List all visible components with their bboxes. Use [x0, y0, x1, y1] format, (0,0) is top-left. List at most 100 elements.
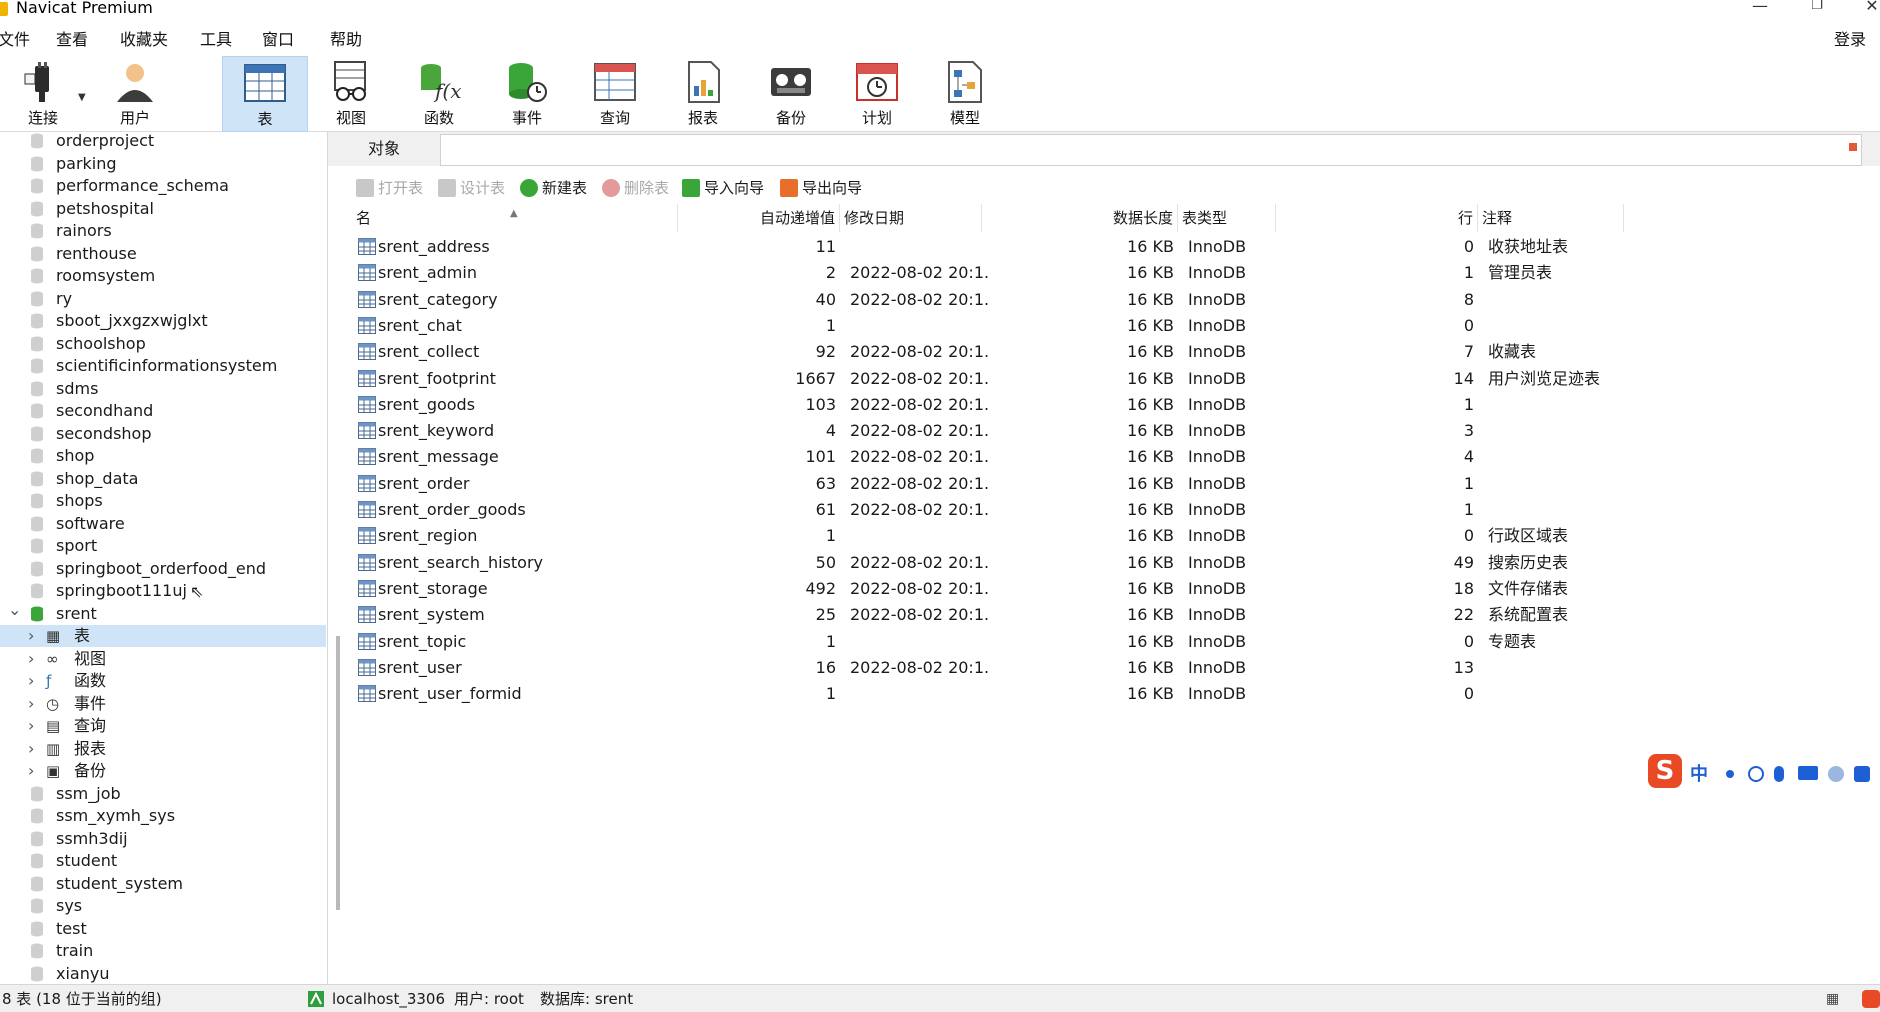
chevron-right-icon[interactable]: ›	[28, 648, 34, 670]
toolbar-table-button[interactable]: 表	[222, 56, 308, 132]
toolbar-function-button[interactable]: f(x) 函数	[396, 56, 482, 132]
table-row[interactable]: srent_admin 2 2022-08-02 20:1... 16 KB InnoD…	[352, 260, 1632, 286]
toolbar-query-button[interactable]: 查询	[572, 56, 658, 132]
tree-item-table[interactable]: › ▦ 表	[0, 625, 326, 647]
tree-item-backup[interactable]: › ▣ 备份	[0, 760, 326, 782]
database-item[interactable]: sys	[0, 895, 326, 917]
chevron-right-icon[interactable]: ›	[28, 693, 34, 715]
table-row[interactable]: srent_search_history 50 2022-08-02 20:1...…	[352, 550, 1632, 576]
column-header-rows[interactable]: 行	[1276, 204, 1478, 232]
minimize-button[interactable]: —	[1740, 0, 1780, 18]
toolbar-schedule-button[interactable]: 计划	[834, 56, 920, 132]
ime-logo[interactable]: S	[1648, 754, 1682, 788]
database-item[interactable]: xianyu	[0, 963, 326, 985]
table-row[interactable]: srent_order_goods 61 2022-08-02 20:1... 16 …	[352, 497, 1632, 523]
login-link[interactable]: 登录	[1834, 26, 1866, 50]
toolbar-backup-button[interactable]: 备份	[748, 56, 834, 132]
database-item[interactable]: sport	[0, 535, 326, 557]
column-header-engine[interactable]: 表类型	[1178, 204, 1276, 232]
grid-view-icon[interactable]: ▦	[1826, 985, 1839, 1012]
database-item[interactable]: shop_data	[0, 468, 326, 490]
table-row[interactable]: srent_goods 103 2022-08-02 20:1... 16 KB Inn…	[352, 392, 1632, 418]
database-item[interactable]: ssmh3dij	[0, 828, 326, 850]
toolbar-report-button[interactable]: 报表	[660, 56, 746, 132]
ime-tray-icon[interactable]	[1862, 990, 1880, 1008]
tree-item-view[interactable]: › ∞ 视图	[0, 648, 326, 670]
close-icon[interactable]	[1849, 143, 1857, 151]
table-row[interactable]: srent_footprint 1667 2022-08-02 20:1... 16 …	[352, 366, 1632, 392]
database-item[interactable]: schoolshop	[0, 333, 326, 355]
punctuation-icon[interactable]	[1726, 770, 1734, 778]
chevron-right-icon[interactable]: ›	[28, 738, 34, 760]
menu-tools[interactable]: 工具	[200, 26, 232, 50]
database-item[interactable]: roomsystem	[0, 265, 326, 287]
database-item[interactable]: springboot111uj	[0, 580, 326, 602]
toolbar-view-button[interactable]: 视图	[308, 56, 394, 132]
table-row[interactable]: srent_order 63 2022-08-02 20:1... 16 KB Inno…	[352, 471, 1632, 497]
column-header-auto-increment[interactable]: 自动递增值	[678, 204, 840, 232]
database-item[interactable]: student_system	[0, 873, 326, 895]
database-item[interactable]: performance_schema	[0, 175, 326, 197]
column-header-name[interactable]: 名 ▲	[352, 204, 678, 232]
database-item[interactable]: test	[0, 918, 326, 940]
menu-view[interactable]: 查看	[56, 26, 88, 50]
database-item[interactable]: ⌄ srent	[0, 600, 326, 625]
table-row[interactable]: srent_message 101 2022-08-02 20:1... 16 KB I…	[352, 444, 1632, 470]
database-item[interactable]: shop	[0, 445, 326, 467]
database-item[interactable]: rainors	[0, 220, 326, 242]
database-item[interactable]: orderproject	[0, 132, 326, 152]
skin-icon[interactable]	[1854, 766, 1870, 782]
menu-help[interactable]: 帮助	[330, 26, 362, 50]
database-item[interactable]: train	[0, 940, 326, 962]
keyboard-icon[interactable]	[1798, 766, 1818, 780]
database-item[interactable]: ry	[0, 288, 326, 310]
column-header-comment[interactable]: 注释	[1478, 204, 1624, 232]
database-item[interactable]: sdms	[0, 378, 326, 400]
navigator-scrollbar[interactable]	[336, 636, 340, 910]
tree-item-function[interactable]: › ƒ 函数	[0, 670, 326, 692]
database-item[interactable]: sboot_jxxgzxwjglxt	[0, 310, 326, 332]
emoji-icon[interactable]	[1748, 766, 1764, 782]
database-item[interactable]: springboot_orderfood_end	[0, 558, 326, 580]
close-button[interactable]: ✕	[1852, 0, 1880, 18]
table-row[interactable]: srent_system 25 2022-08-02 20:1... 16 KB Inn…	[352, 602, 1632, 628]
table-row[interactable]: srent_category 40 2022-08-02 20:1... 16 KB I…	[352, 287, 1632, 313]
chevron-down-icon[interactable]: ▼	[78, 92, 86, 103]
database-item[interactable]: shops	[0, 490, 326, 512]
microphone-icon[interactable]	[1774, 766, 1784, 782]
ime-mode[interactable]: 中	[1690, 760, 1708, 786]
table-row[interactable]: srent_keyword 4 2022-08-02 20:1... 16 KB Inn…	[352, 418, 1632, 444]
toolbar-event-button[interactable]: 事件	[484, 56, 570, 132]
tree-item-event[interactable]: › ◷ 事件	[0, 693, 326, 715]
menu-file[interactable]: 文件	[0, 26, 30, 50]
database-item[interactable]: secondshop	[0, 423, 326, 445]
database-item[interactable]: secondhand	[0, 400, 326, 422]
table-row[interactable]: srent_user 16 2022-08-02 20:1... 16 KB InnoD…	[352, 655, 1632, 681]
table-row[interactable]: srent_region 1 16 KB InnoDB 0 行政区域表	[352, 523, 1632, 549]
database-item[interactable]: renthouse	[0, 243, 326, 265]
database-item[interactable]: parking	[0, 153, 326, 175]
toolbar-user-button[interactable]: 用户	[92, 56, 178, 132]
toolbar-connect-button[interactable]: 连接 ▼	[0, 56, 86, 132]
database-item[interactable]: scientificinformationsystem	[0, 355, 326, 377]
chevron-right-icon[interactable]: ›	[28, 760, 34, 782]
database-item[interactable]: ssm_job	[0, 783, 326, 805]
table-row[interactable]: srent_user_formid 1 16 KB InnoDB 0	[352, 681, 1632, 707]
table-row[interactable]: srent_collect 92 2022-08-02 20:1... 16 KB In…	[352, 339, 1632, 365]
menu-favorites[interactable]: 收藏夹	[120, 26, 168, 50]
tree-item-report[interactable]: › ▥ 报表	[0, 738, 326, 760]
column-header-modified[interactable]: 修改日期	[840, 204, 982, 232]
chevron-right-icon[interactable]: ›	[28, 715, 34, 737]
chevron-down-icon[interactable]: ⌄	[8, 599, 21, 621]
table-row[interactable]: srent_address 11 16 KB InnoDB 0 收获地址表	[352, 234, 1632, 260]
chevron-right-icon[interactable]: ›	[28, 670, 34, 692]
table-row[interactable]: srent_topic 1 16 KB InnoDB 0 专题表	[352, 629, 1632, 655]
menu-window[interactable]: 窗口	[262, 26, 294, 50]
database-item[interactable]: petshospital	[0, 198, 326, 220]
tab-object[interactable]: 对象	[328, 132, 440, 166]
column-header-data-length[interactable]: 数据长度	[982, 204, 1178, 232]
user-icon[interactable]	[1828, 766, 1844, 782]
toolbar-model-button[interactable]: 模型	[922, 56, 1008, 132]
database-item[interactable]: software	[0, 513, 326, 535]
database-item[interactable]: student	[0, 850, 326, 872]
